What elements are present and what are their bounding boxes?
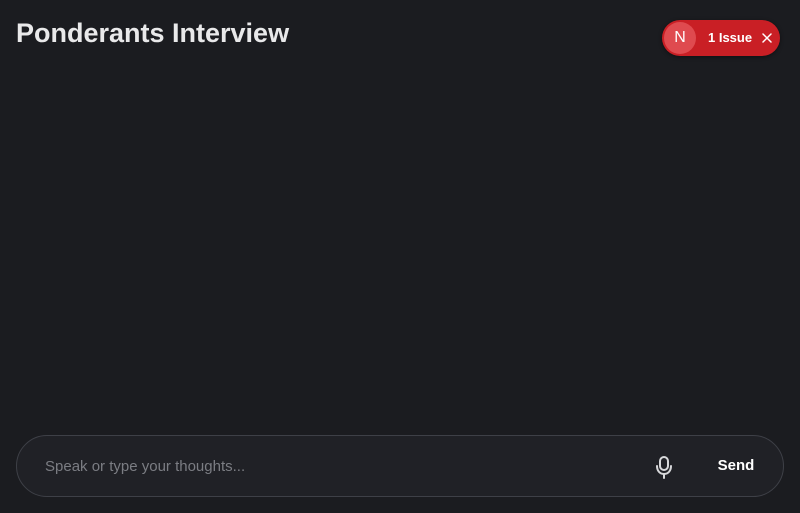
message-composer: Send [16, 435, 784, 497]
page-title: Ponderants Interview [16, 18, 290, 48]
issue-badge[interactable]: N 1 Issue [662, 20, 780, 56]
message-input[interactable] [45, 450, 635, 482]
microphone-icon [656, 456, 672, 479]
send-button[interactable]: Send [705, 450, 767, 482]
issue-count[interactable]: 1 Issue [708, 20, 752, 56]
interview-app: Ponderants Interview N 1 Issue Send [0, 0, 800, 513]
close-icon[interactable] [760, 31, 774, 45]
microphone-button[interactable] [649, 452, 679, 482]
nextjs-logo-icon: N [664, 22, 696, 54]
